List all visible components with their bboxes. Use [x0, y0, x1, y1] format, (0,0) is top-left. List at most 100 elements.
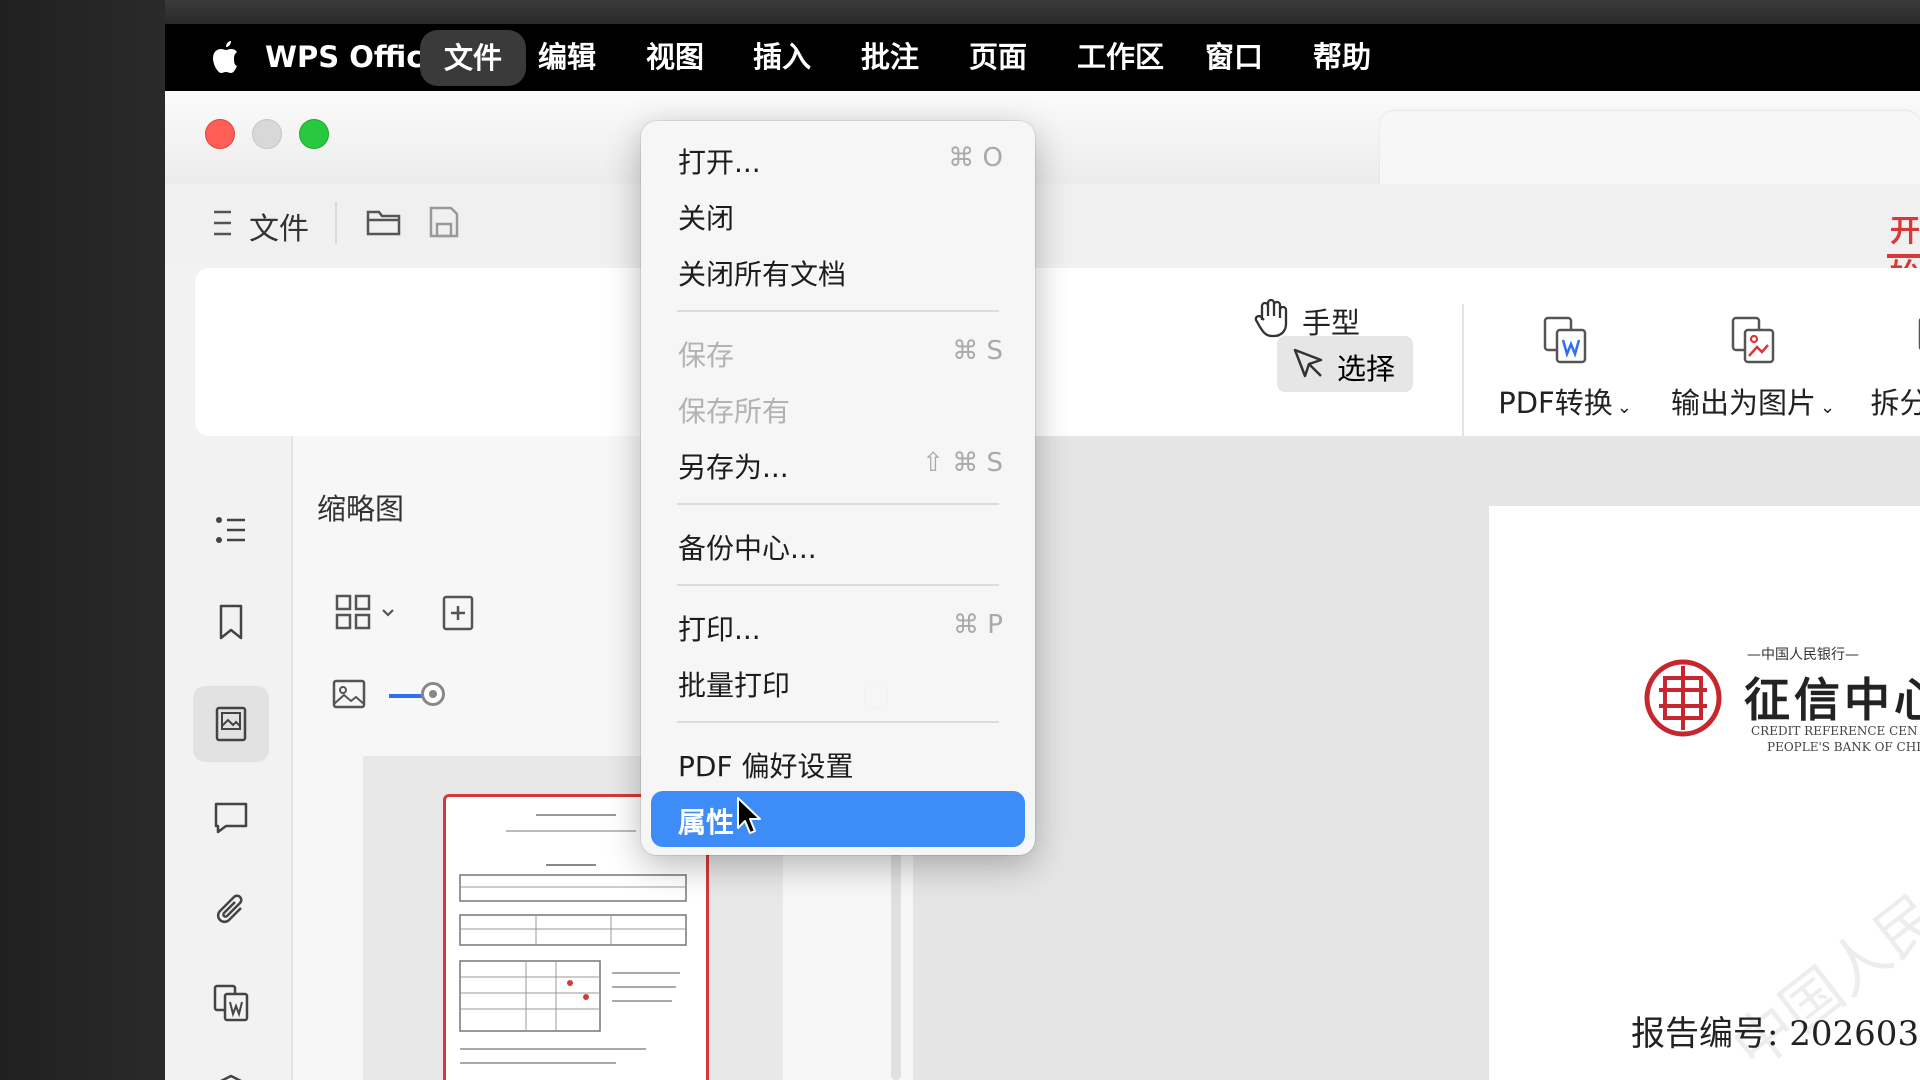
- document-tab[interactable]: [1380, 111, 1920, 184]
- menu-item-save-all: 保存所有: [651, 380, 1025, 436]
- comment-button[interactable]: [193, 780, 269, 856]
- menu-item-close[interactable]: 关闭: [651, 187, 1025, 243]
- menu-item-shortcut: ⌘ S: [952, 336, 1003, 366]
- open-folder-icon[interactable]: [365, 204, 403, 240]
- document-page: —中国人民银行— 征信中心 CREDIT REFERENCE CEN PEOPL…: [1489, 506, 1920, 1080]
- apple-logo-icon[interactable]: [209, 37, 245, 77]
- menu-item-save-as[interactable]: 另存为... ⇧ ⌘ S: [651, 436, 1025, 492]
- split-merge-label: 拆分合并: [1870, 386, 1920, 420]
- desktop-background-left: [0, 0, 165, 1080]
- outline-button[interactable]: [193, 492, 269, 568]
- menu-item-label: 属性: [678, 806, 735, 839]
- select-tool-label: 选择: [1337, 352, 1396, 386]
- pdf-convert-label: PDF转换: [1498, 386, 1613, 420]
- menu-separator: [677, 584, 999, 586]
- menu-item-shortcut: ⌘ O: [948, 143, 1003, 173]
- menu-item-print[interactable]: 打印... ⌘ P: [651, 598, 1025, 654]
- menu-item-open[interactable]: 打开... ⌘ O: [651, 131, 1025, 187]
- bookmark-button[interactable]: [193, 584, 269, 660]
- pdf-convert-button[interactable]: PDF转换 ⌄: [1485, 314, 1645, 422]
- select-tool-button[interactable]: 选择: [1277, 336, 1413, 392]
- report-number-value: 202603: [1789, 1014, 1920, 1054]
- report-number-label: 报告编号:: [1631, 1014, 1779, 1054]
- menu-item-properties[interactable]: 属性: [651, 791, 1025, 847]
- menu-edit[interactable]: 编辑: [538, 24, 596, 91]
- thumbnail-button[interactable]: [193, 686, 269, 762]
- menu-item-save: 保存 ⌘ S: [651, 324, 1025, 380]
- split-merge-icon: [1918, 317, 1920, 351]
- menu-item-label: 打印...: [678, 613, 761, 646]
- doc-convert-icon: [213, 984, 249, 1022]
- menu-item-backup-center[interactable]: 备份中心...: [651, 517, 1025, 573]
- image-size-icon: [332, 679, 366, 709]
- layers-button[interactable]: [193, 1054, 269, 1080]
- convert-doc-button[interactable]: [193, 964, 269, 1040]
- save-icon[interactable]: [427, 204, 461, 240]
- minimize-window-button[interactable]: [252, 119, 282, 149]
- paperclip-icon: [216, 894, 243, 924]
- menu-item-label: 关闭: [678, 202, 735, 235]
- menu-app-name[interactable]: WPS Office: [265, 24, 443, 91]
- menu-item-label: PDF 偏好设置: [678, 750, 854, 783]
- desktop-background-top: [0, 0, 1920, 24]
- credit-center-seal-logo: [1644, 659, 1722, 737]
- menu-item-label: 另存为...: [678, 451, 789, 484]
- menu-item-pdf-preferences[interactable]: PDF 偏好设置: [651, 735, 1025, 791]
- bookmark-icon: [219, 604, 243, 640]
- menu-item-label: 保存: [678, 339, 735, 372]
- menu-annotate[interactable]: 批注: [861, 24, 919, 91]
- export-image-button[interactable]: 输出为图片 ⌄: [1663, 314, 1843, 422]
- org-name-english-line1: CREDIT REFERENCE CEN: [1751, 724, 1918, 738]
- thumbnail-image-icon: [215, 706, 247, 742]
- menu-item-label: 打开...: [678, 146, 761, 179]
- close-window-button[interactable]: [205, 119, 235, 149]
- ribbon-divider: [1462, 304, 1464, 448]
- add-page-icon[interactable]: [441, 594, 475, 632]
- tab-start-indicator: [1887, 254, 1920, 258]
- toolbar-divider: [335, 202, 337, 244]
- menu-separator: [677, 721, 999, 723]
- file-menu-button[interactable]: 文件: [249, 204, 309, 248]
- menu-view[interactable]: 视图: [646, 24, 704, 91]
- menu-help[interactable]: 帮助: [1313, 24, 1371, 91]
- export-image-label: 输出为图片: [1670, 386, 1816, 420]
- menu-item-close-all[interactable]: 关闭所有文档: [651, 243, 1025, 299]
- menu-item-label: 关闭所有文档: [678, 258, 847, 291]
- menu-item-label: 备份中心...: [678, 532, 817, 565]
- layers-icon: [220, 1074, 242, 1080]
- grid-view-icon[interactable]: [335, 594, 405, 632]
- mouse-pointer-icon: [737, 797, 761, 834]
- menu-icon[interactable]: [211, 206, 235, 240]
- window-titlebar: [165, 91, 1920, 185]
- zoom-window-button[interactable]: [299, 119, 329, 149]
- thumbnail-size-slider-knob[interactable]: [421, 682, 445, 706]
- menu-window[interactable]: 窗口: [1205, 24, 1263, 91]
- org-name-english-line2: PEOPLE'S BANK OF CHI: [1767, 740, 1920, 754]
- menu-item-shortcut: ⇧ ⌘ S: [922, 448, 1003, 478]
- org-parent-name: —中国人民银行—: [1747, 647, 1859, 663]
- menu-item-label: 批量打印: [678, 669, 791, 702]
- report-number: 报告编号: 202603: [1631, 1006, 1919, 1055]
- outline-list-icon: [216, 517, 245, 543]
- menu-page[interactable]: 页面: [969, 24, 1027, 91]
- chevron-down-icon: ⌄: [1616, 397, 1632, 418]
- split-merge-button[interactable]: 拆分合并⌄: [1863, 314, 1920, 422]
- menu-bar: WPS Office 文件 编辑 视图 插入 批注 页面 工作区 窗口 帮助: [165, 24, 1920, 91]
- menu-workspace[interactable]: 工作区: [1077, 24, 1164, 91]
- menu-file[interactable]: 文件: [420, 30, 526, 86]
- menu-item-shortcut: ⌘ P: [953, 610, 1003, 640]
- comment-icon: [214, 802, 248, 834]
- file-toolbar: 文件 开始: [165, 184, 1920, 293]
- menu-insert[interactable]: 插入: [753, 24, 811, 91]
- menu-item-batch-print[interactable]: 批量打印: [651, 654, 1025, 710]
- hand-icon: [1254, 298, 1288, 338]
- menu-separator: [677, 503, 999, 505]
- file-dropdown-menu: 打开... ⌘ O 关闭 关闭所有文档 保存 ⌘ S 保存所有 另存为... ⇧…: [641, 121, 1035, 855]
- document-view: —中国人民银行— 征信中心 CREDIT REFERENCE CEN PEOPL…: [913, 436, 1920, 1080]
- thumbnail-panel-title: 缩略图: [317, 492, 405, 526]
- attachment-button[interactable]: [193, 872, 269, 948]
- ribbon: [195, 268, 1920, 436]
- cursor-arrow-icon: [1293, 348, 1323, 378]
- chevron-down-icon: ⌄: [1819, 397, 1836, 418]
- screen: WPS Office 文件 编辑 视图 插入 批注 页面 工作区 窗口 帮助 文…: [165, 24, 1920, 1080]
